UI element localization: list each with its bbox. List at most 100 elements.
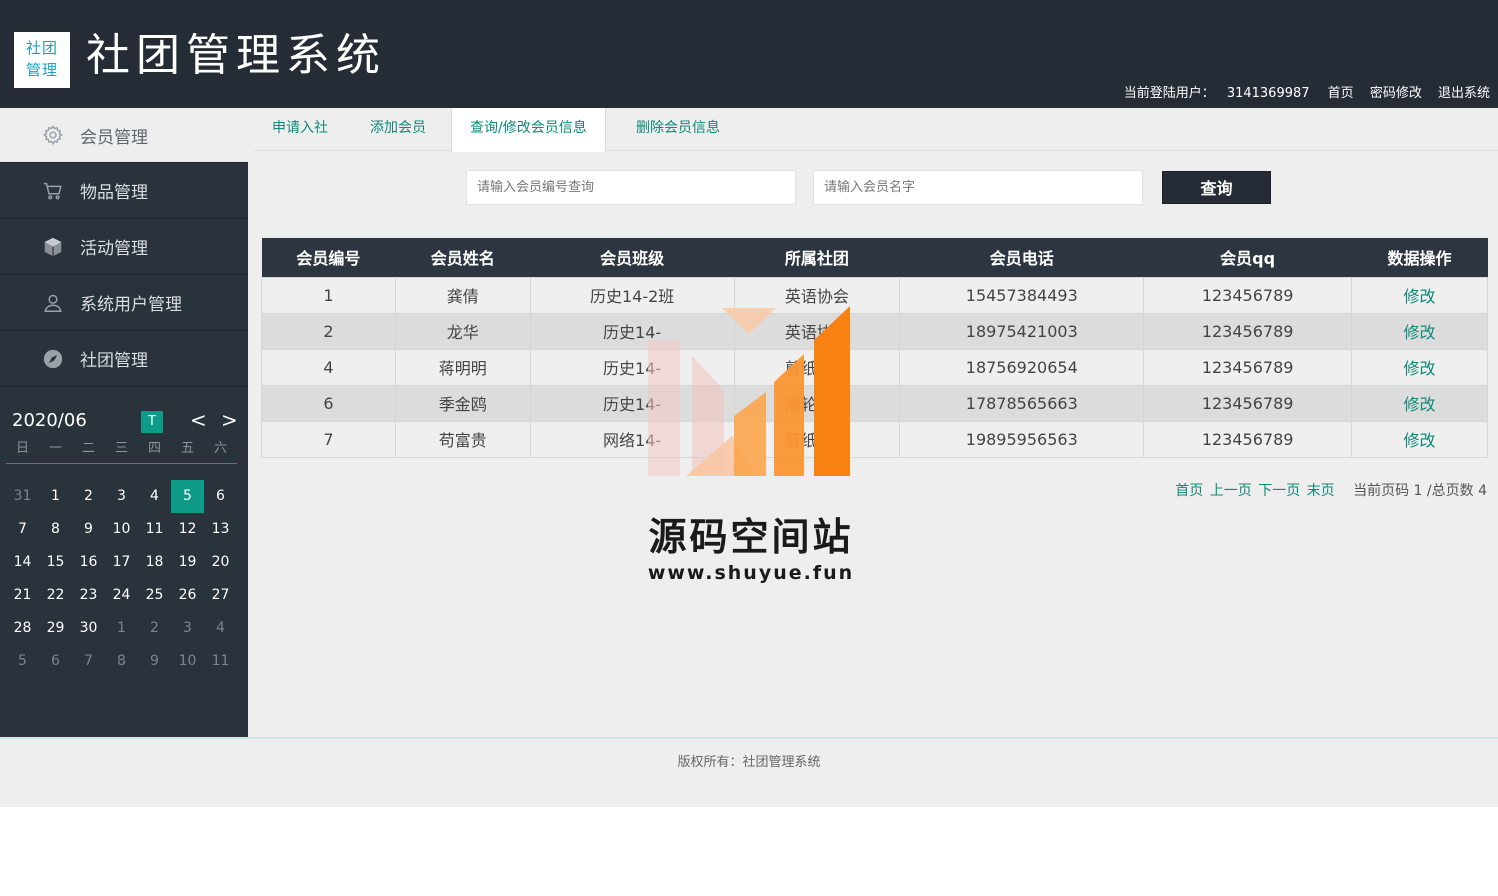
- pagination: 首页 上一页 下一页 末页 当前页码 1 /总页数 4: [1173, 480, 1487, 500]
- edit-link[interactable]: 修改: [1351, 276, 1488, 314]
- calendar-day[interactable]: 30: [72, 612, 105, 645]
- calendar-day[interactable]: 27: [204, 579, 237, 612]
- calendar-day[interactable]: 9: [72, 513, 105, 546]
- sidebar-item-club-management[interactable]: 社团管理: [0, 331, 248, 387]
- calendar-day[interactable]: 2: [138, 612, 171, 645]
- calendar-day[interactable]: 7: [72, 645, 105, 678]
- calendar-day[interactable]: 3: [105, 480, 138, 513]
- member-name-search-input[interactable]: [813, 170, 1143, 205]
- app-logo[interactable]: 社团 管理: [14, 32, 70, 88]
- calendar-weekdays: 日一二三四五六: [6, 438, 237, 464]
- calendar-day[interactable]: 1: [39, 480, 72, 513]
- calendar-day[interactable]: 10: [105, 513, 138, 546]
- member-id-search-input[interactable]: [466, 170, 796, 205]
- table-cell: 龙华: [394, 312, 531, 350]
- calendar-day-selected[interactable]: 5: [171, 480, 204, 513]
- edit-link[interactable]: 修改: [1351, 420, 1488, 458]
- change-password-link[interactable]: 密码修改: [1370, 86, 1422, 101]
- calendar-day[interactable]: 5: [6, 645, 39, 678]
- calendar-day[interactable]: 15: [39, 546, 72, 579]
- sidebar-item-system-user-management[interactable]: 系统用户管理: [0, 275, 248, 331]
- calendar-day[interactable]: 14: [6, 546, 39, 579]
- gear-icon: [42, 124, 64, 146]
- calendar-day[interactable]: 21: [6, 579, 39, 612]
- calendar-day[interactable]: 17: [105, 546, 138, 579]
- table-cell: 龚倩: [394, 276, 531, 314]
- calendar-day[interactable]: 20: [204, 546, 237, 579]
- sidebar-item-goods-management[interactable]: 物品管理: [0, 163, 248, 219]
- calendar-day[interactable]: 23: [72, 579, 105, 612]
- calendar-header: 2020/06 T < >: [0, 388, 248, 433]
- pager-next[interactable]: 下一页: [1258, 483, 1300, 499]
- tab-add-member[interactable]: 添加会员: [352, 108, 444, 151]
- pager-prev[interactable]: 上一页: [1210, 483, 1252, 499]
- current-user-label: 当前登陆用户：: [1123, 86, 1215, 101]
- sidebar: 会员管理 物品管理 活动管理 系统用户管理 社团管理 2020/06 T < >…: [0, 108, 248, 737]
- logo-line-2: 管理: [25, 61, 58, 79]
- calendar-day[interactable]: 31: [6, 480, 39, 513]
- calendar-day[interactable]: 6: [39, 645, 72, 678]
- calendar-day[interactable]: 16: [72, 546, 105, 579]
- logout-link[interactable]: 退出系统: [1438, 86, 1490, 101]
- calendar-day[interactable]: 2: [72, 480, 105, 513]
- edit-link[interactable]: 修改: [1351, 312, 1488, 350]
- table-cell: 6: [261, 384, 396, 422]
- calendar-day[interactable]: 18: [138, 546, 171, 579]
- edit-link[interactable]: 修改: [1351, 384, 1488, 422]
- user-bar: 当前登陆用户： 3141369987 首页 密码修改 退出系统: [1124, 84, 1490, 104]
- calendar-day[interactable]: 3: [171, 612, 204, 645]
- sidebar-item-member-management[interactable]: 会员管理: [0, 108, 248, 163]
- cart-icon: [42, 180, 64, 202]
- calendar-day[interactable]: 8: [39, 513, 72, 546]
- calendar-day[interactable]: 7: [6, 513, 39, 546]
- table-cell: 7: [261, 420, 396, 458]
- table-row: 6季金鸥历史14-滑轮协会17878565663123456789修改: [261, 384, 1488, 422]
- calendar-day[interactable]: 24: [105, 579, 138, 612]
- calendar-day[interactable]: 13: [204, 513, 237, 546]
- calendar-day[interactable]: 1: [105, 612, 138, 645]
- calendar-today-button[interactable]: T: [141, 411, 163, 433]
- calendar-month: 2020/06: [12, 410, 87, 431]
- calendar-day[interactable]: 6: [204, 480, 237, 513]
- calendar-day[interactable]: 19: [171, 546, 204, 579]
- calendar-day[interactable]: 10: [171, 645, 204, 678]
- home-link[interactable]: 首页: [1328, 86, 1354, 101]
- copyright-text: 版权所有：社团管理系统: [677, 755, 821, 770]
- compass-icon: [42, 348, 64, 370]
- logo-line-1: 社团: [25, 39, 58, 57]
- column-header: 会员编号: [261, 238, 396, 277]
- calendar-day[interactable]: 22: [39, 579, 72, 612]
- table-row: 1 龚倩 历史14-2班 英语协会 15457384493 123456789 修改: [261, 276, 1488, 314]
- calendar-weekday: 一: [48, 441, 62, 456]
- calendar-day[interactable]: 29: [39, 612, 72, 645]
- calendar-day[interactable]: 11: [138, 513, 171, 546]
- edit-link[interactable]: 修改: [1351, 348, 1488, 386]
- calendar-day[interactable]: 11: [204, 645, 237, 678]
- sidebar-item-activity-management[interactable]: 活动管理: [0, 219, 248, 275]
- calendar-day[interactable]: 25: [138, 579, 171, 612]
- tab-query-edit-member[interactable]: 查询/修改会员信息: [451, 108, 606, 152]
- calendar-day[interactable]: 4: [138, 480, 171, 513]
- calendar-day[interactable]: 28: [6, 612, 39, 645]
- table-cell: 123456789: [1143, 276, 1353, 314]
- calendar-next-button[interactable]: >: [221, 408, 238, 432]
- column-header: 会员电话: [899, 238, 1144, 277]
- calendar-day[interactable]: 26: [171, 579, 204, 612]
- calendar-weekday: 二: [81, 441, 95, 456]
- calendar-day[interactable]: 12: [171, 513, 204, 546]
- calendar-prev-button[interactable]: <: [190, 408, 207, 432]
- query-button[interactable]: 查询: [1162, 171, 1271, 204]
- watermark-title: 源码空间站: [648, 515, 854, 559]
- tab-delete-member[interactable]: 删除会员信息: [618, 108, 738, 151]
- calendar-day[interactable]: 4: [204, 612, 237, 645]
- sidebar-item-label: 社团管理: [80, 351, 148, 371]
- calendar-day[interactable]: 8: [105, 645, 138, 678]
- calendar-weekday: 日: [15, 441, 29, 456]
- pager-last[interactable]: 末页: [1307, 483, 1335, 499]
- calendar-day[interactable]: 9: [138, 645, 171, 678]
- current-user-id: 3141369987: [1226, 86, 1310, 101]
- pager-first[interactable]: 首页: [1175, 483, 1203, 499]
- cube-icon: [42, 236, 64, 258]
- calendar-widget: 2020/06 T < > 日一二三四五六 31 1 2 3 4 5 6 7 8 9 10 11 12 1…: [0, 388, 248, 669]
- tab-apply-join[interactable]: 申请入社: [254, 108, 346, 151]
